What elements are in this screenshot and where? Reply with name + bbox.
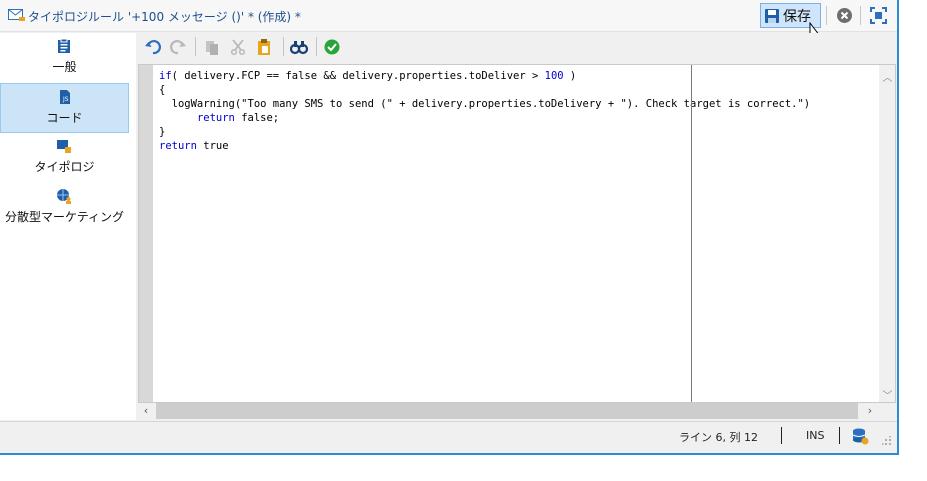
- code-line[interactable]: {: [159, 83, 810, 97]
- clipboard-icon: [58, 38, 70, 53]
- sidebar-item-distributed-marketing[interactable]: 分散型マーケティング: [0, 183, 129, 233]
- vertical-scrollbar[interactable]: ︿ ﹀: [879, 65, 895, 402]
- title-bar: タイポロジルール '+100 メッセージ ()' * (作成) * 保存: [0, 0, 897, 41]
- status-separator: [839, 427, 840, 444]
- resize-grip-icon[interactable]: [882, 436, 892, 446]
- print-margin-line: [691, 65, 692, 402]
- code-line[interactable]: logWarning("Too many SMS to send (" + de…: [159, 97, 810, 111]
- close-icon[interactable]: [836, 7, 853, 24]
- scroll-right-icon[interactable]: ›: [864, 405, 876, 417]
- toolbar-separator: [316, 37, 317, 56]
- rule-editor-window: タイポロジルール '+100 メッセージ ()' * (作成) * 保存 一般 …: [0, 0, 899, 455]
- floppy-disk-icon: [765, 8, 779, 23]
- title-separator: [826, 6, 827, 25]
- cut-icon[interactable]: [229, 38, 247, 56]
- typology-icon: [57, 140, 71, 153]
- sidebar-item-label: タイポロジ: [34, 160, 95, 174]
- insert-mode: INS: [806, 429, 825, 442]
- window-title: タイポロジルール '+100 メッセージ ()' * (作成) *: [28, 10, 301, 24]
- sidebar-item-code[interactable]: JS コード: [0, 83, 129, 133]
- redo-icon[interactable]: [169, 38, 187, 56]
- editor-toolbar: [138, 33, 897, 61]
- svg-text:JS: JS: [62, 96, 69, 103]
- title-separator: [860, 6, 861, 25]
- horizontal-scrollbar[interactable]: ‹ ›: [138, 403, 880, 419]
- status-separator: [781, 427, 782, 444]
- scrollbar-thumb[interactable]: [156, 403, 858, 419]
- cursor-position: ライン 6, 列 12: [679, 431, 758, 444]
- paste-icon[interactable]: [255, 38, 273, 56]
- sidebar-item-label: 一般: [52, 60, 77, 74]
- scroll-up-icon[interactable]: ︿: [882, 69, 893, 84]
- scroll-left-icon[interactable]: ‹: [140, 405, 152, 417]
- find-icon[interactable]: [290, 38, 308, 56]
- toolbar-separator: [283, 37, 284, 56]
- sidebar-item-general[interactable]: 一般: [0, 33, 129, 83]
- sidebar-item-label: 分散型マーケティング: [4, 210, 125, 224]
- globe-user-icon: [57, 189, 71, 204]
- check-icon[interactable]: [323, 38, 341, 56]
- sidebar-item-typology[interactable]: タイポロジ: [0, 133, 129, 183]
- code-line[interactable]: }: [159, 125, 810, 139]
- undo-icon[interactable]: [144, 38, 162, 56]
- code-editor[interactable]: if( delivery.FCP == false && delivery.pr…: [138, 64, 896, 403]
- sidebar: 一般 JS コード タイポロジ 分散型マーケティング: [0, 33, 136, 420]
- code-line[interactable]: return true: [159, 139, 810, 153]
- code-text[interactable]: if( delivery.FCP == false && delivery.pr…: [159, 69, 810, 153]
- editor-gutter: [139, 65, 153, 402]
- toolbar-separator: [195, 37, 196, 56]
- copy-icon[interactable]: [203, 38, 221, 56]
- database-icon: [852, 428, 869, 445]
- scroll-down-icon[interactable]: ﹀: [882, 387, 893, 402]
- sms-typology-icon: [8, 9, 25, 21]
- maximize-icon[interactable]: [870, 7, 887, 24]
- code-line[interactable]: return false;: [159, 111, 810, 125]
- code-line[interactable]: if( delivery.FCP == false && delivery.pr…: [159, 69, 810, 83]
- sidebar-item-label: コード: [46, 111, 83, 125]
- code-file-icon: JS: [60, 90, 70, 104]
- status-bar: ライン 6, 列 12 INS: [0, 421, 897, 449]
